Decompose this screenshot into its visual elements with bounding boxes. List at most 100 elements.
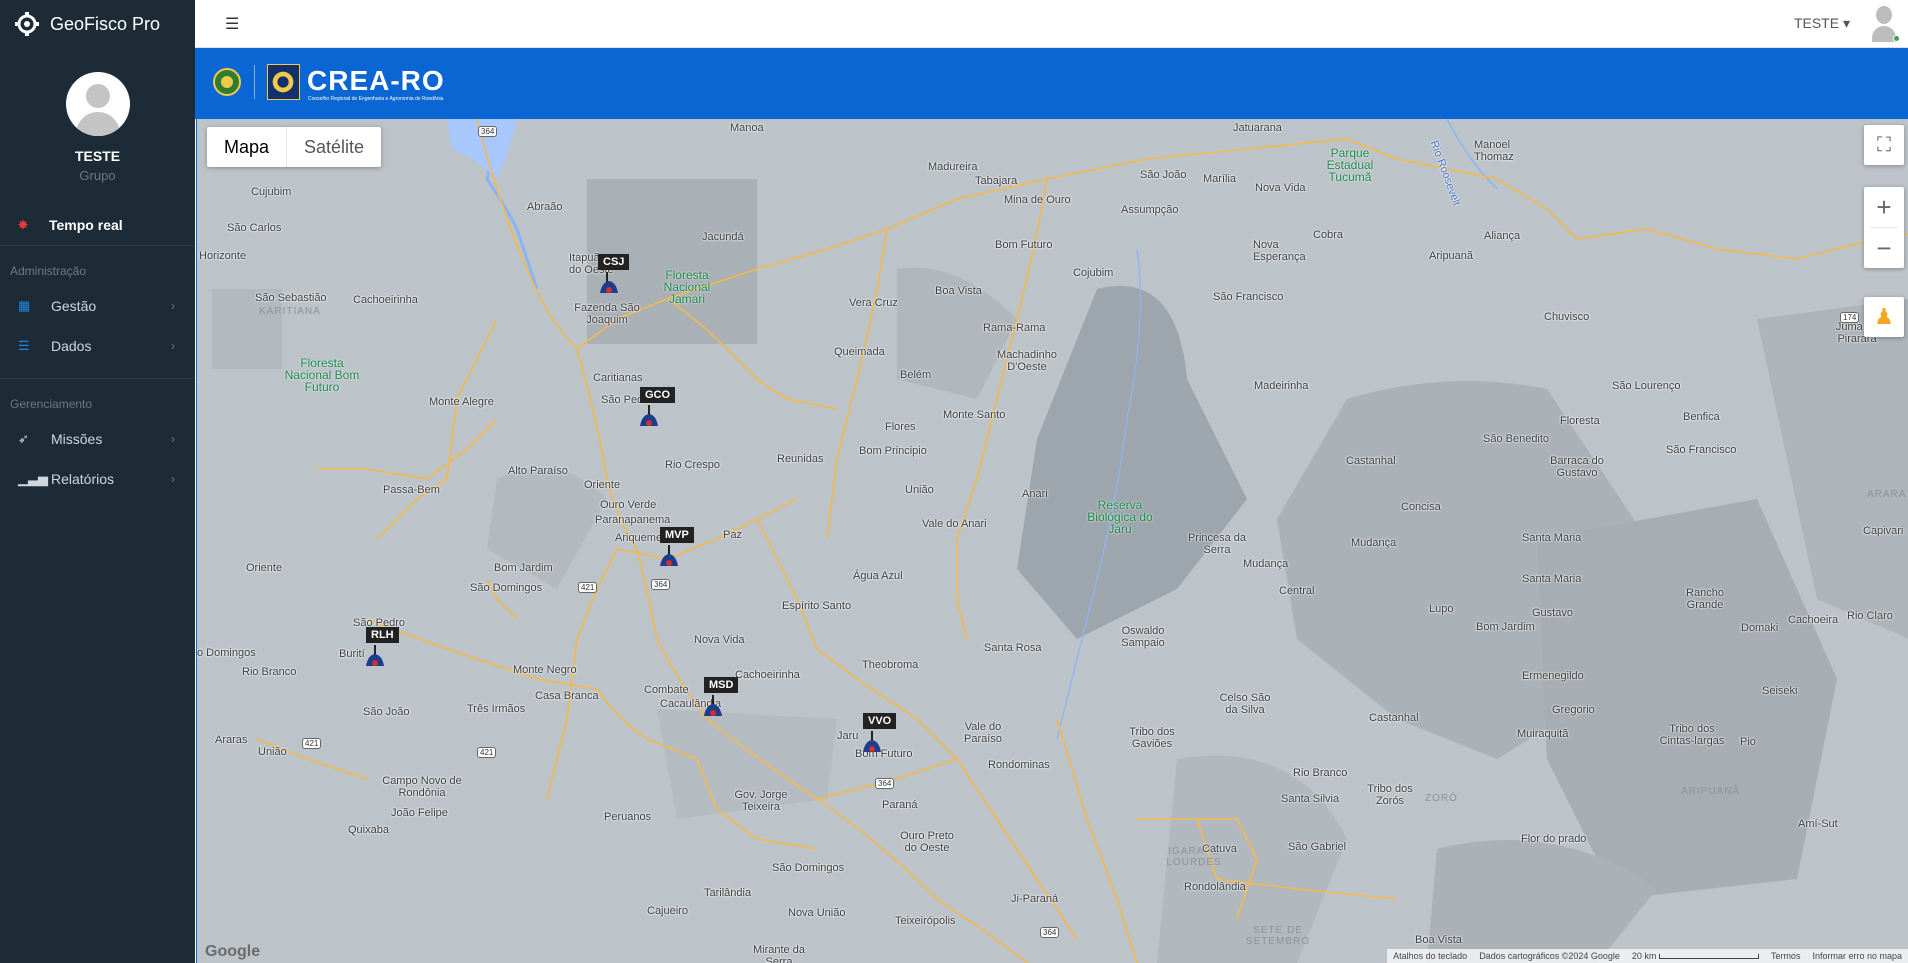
place-label: Tribo dos Zorós (1367, 783, 1413, 807)
park-label: Floresta Nacional Jamari (663, 268, 711, 306)
sidebar-item-dados[interactable]: ☰ Dados › (0, 326, 195, 366)
marker-label: GCO (640, 387, 676, 403)
sidebar-item-relatorios[interactable]: ▁▃▅ Relatórios › (0, 459, 195, 499)
place-label: São Lourenço (1612, 380, 1681, 392)
place-label: Gustavo (1532, 607, 1573, 619)
zoom-out-button[interactable]: − (1864, 228, 1904, 268)
org-banner: CREA-RO Conselho Regional de Engenharia … (195, 48, 1908, 119)
terms-link[interactable]: Termos (1765, 951, 1807, 961)
territory-label: KARITIANA (259, 306, 321, 317)
user-group: Grupo (79, 168, 116, 183)
highway-shield: 174 (1840, 312, 1860, 323)
user-profile: TESTE Grupo (0, 48, 195, 197)
map-canvas[interactable]: Manoa Jatuarana Madureira Tabajara Mina … (196, 119, 1908, 963)
place-label: Jatuarana (1233, 122, 1282, 134)
place-label: Paranapanema (595, 514, 671, 526)
place-label: Ouro Verde (600, 499, 657, 511)
menu-toggle-icon[interactable]: ☰ (225, 14, 239, 34)
place-label: Bom Futuro (995, 239, 1053, 251)
avatar[interactable] (1868, 6, 1900, 42)
place-label: Castanhal (1346, 455, 1396, 467)
place-label: Tribo dos Gaviões (1129, 726, 1175, 750)
place-label: Manoel Thomaz (1474, 139, 1514, 163)
place-label: Paz (723, 529, 742, 541)
map-data-attribution: Dados cartográficos ©2024 Google (1479, 951, 1620, 961)
highway-shield: 421 (578, 582, 598, 593)
place-label: Mirante da Serra (753, 944, 805, 963)
place-label: Monte Santo (943, 409, 1006, 421)
map-type-satellite-button[interactable]: Satélite (286, 127, 381, 167)
park-label: Parque Estadual Tucumã (1326, 146, 1374, 184)
place-label: Teixeirópolis (895, 915, 956, 927)
park-label: Reserva Biológica do Jaru (1087, 498, 1153, 536)
place-label: Tribo dos Cintas-largas (1659, 723, 1725, 747)
place-label: Horizonte (199, 250, 247, 262)
app-title: GeoFisco Pro (50, 13, 161, 34)
fullscreen-icon: ⛶ (1877, 134, 1891, 156)
marker-label: VVO (863, 713, 897, 729)
place-label: Tarilândia (704, 887, 752, 899)
sidebar-item-label: Gestão (51, 298, 97, 314)
place-label: Rio Crespo (665, 459, 721, 471)
place-label: Rio Branco (1293, 767, 1348, 779)
zoom-control: + − (1864, 187, 1904, 268)
place-label: o Domingos (197, 647, 256, 659)
place-label: Rondominas (988, 759, 1050, 771)
online-status-icon (1893, 35, 1900, 42)
scale-bar[interactable]: 20 km (1626, 951, 1765, 961)
highway-shield: 421 (477, 747, 497, 758)
place-label: Catuva (1202, 843, 1237, 855)
sidebar-item-gestao[interactable]: ▦ Gestão › (0, 286, 195, 326)
place-label: Três Irmãos (467, 703, 526, 715)
bar-chart-icon: ▁▃▅ (18, 471, 48, 486)
territory-label: ARARA (1867, 489, 1907, 500)
highway-shield: 421 (302, 738, 322, 749)
place-label: Domaki (1741, 622, 1779, 634)
chevron-right-icon: › (171, 432, 175, 446)
place-label: Nova Vida (694, 634, 745, 646)
fullscreen-button[interactable]: ⛶ (1864, 125, 1904, 165)
place-label: Capivari (1863, 525, 1904, 537)
place-label: Água Azul (853, 570, 903, 582)
place-label: Cachoeira (1788, 614, 1839, 626)
zoom-in-button[interactable]: + (1864, 187, 1904, 227)
keyboard-shortcuts-link[interactable]: Atalhos do teclado (1387, 951, 1473, 961)
street-view-pegman-button[interactable]: ♟ (1864, 297, 1904, 337)
place-label: São João (363, 706, 410, 718)
place-label: Cachoeirinha (353, 294, 418, 306)
place-label: Paraná (882, 799, 918, 811)
vehicle-icon (366, 654, 384, 666)
place-label: Belém (900, 369, 932, 381)
marker-label: CSJ (598, 254, 630, 270)
place-label: Castanhal (1369, 712, 1419, 724)
place-label: Aripuanã (1429, 250, 1474, 262)
place-label: Mudança (1243, 558, 1289, 570)
place-label: Concisa (1401, 501, 1441, 513)
sidebar-item-realtime[interactable]: ✸ Tempo real (0, 205, 195, 246)
top-header: ☰ TESTE ▾ (195, 0, 1908, 48)
state-seal-icon (213, 68, 241, 96)
place-label: Ji-Paraná (1011, 893, 1059, 905)
report-error-link[interactable]: Informar erro no mapa (1806, 951, 1908, 961)
place-label: Barraca do Gustavo (1550, 455, 1604, 479)
place-label: Tabajara (975, 175, 1018, 187)
place-label: Nova Esperança (1253, 239, 1306, 263)
place-label: Bom Jardim (494, 562, 553, 574)
google-logo: Google (205, 943, 261, 960)
scale-label: 20 km (1631, 951, 1657, 961)
marker-label: MVP (660, 527, 694, 543)
place-label: Manoa (730, 122, 764, 134)
list-icon: ☰ (18, 338, 30, 353)
place-label: Oriente (246, 562, 283, 574)
place-label: São Benedito (1483, 433, 1550, 445)
user-menu[interactable]: TESTE ▾ (1794, 15, 1850, 32)
place-label: Floresta (1560, 415, 1600, 427)
brand[interactable]: GeoFisco Pro (0, 0, 195, 48)
sidebar-item-missoes[interactable]: ➶ Missões › (0, 419, 195, 459)
place-label: Ouro Preto do Oeste (900, 830, 954, 854)
vehicle-icon (600, 281, 618, 293)
map-type-map-button[interactable]: Mapa (207, 127, 286, 167)
sidebar-item-label: Tempo real (49, 217, 123, 233)
place-label: Cobra (1313, 229, 1343, 241)
place-label: Nova União (788, 907, 846, 919)
